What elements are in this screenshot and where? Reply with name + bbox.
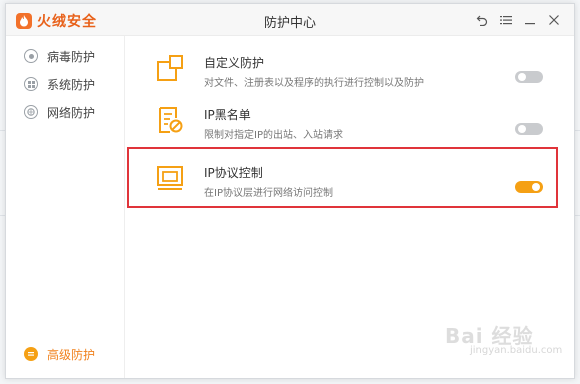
sidebar: 病毒防护 系统防护 网络防护 高级防护 bbox=[6, 36, 125, 378]
advanced-shield-icon bbox=[24, 347, 38, 361]
custom-protection-toggle[interactable] bbox=[515, 71, 543, 83]
sidebar-item-network[interactable]: 网络防护 bbox=[24, 102, 95, 122]
watermark-url: jingyan.baidu.com bbox=[470, 345, 563, 356]
sidebar-item-label: 系统防护 bbox=[47, 77, 96, 92]
highlight-box bbox=[127, 147, 558, 208]
sidebar-item-advanced[interactable]: 高级防护 bbox=[24, 344, 95, 364]
virus-shield-icon bbox=[24, 49, 38, 63]
close-icon[interactable] bbox=[542, 10, 566, 30]
custom-protection-icon bbox=[156, 54, 184, 82]
sidebar-item-virus[interactable]: 病毒防护 bbox=[24, 46, 95, 66]
list-item-custom-protection: 自定义防护 对文件、注册表以及程序的执行进行控制以及防护 bbox=[125, 48, 574, 108]
system-grid-icon bbox=[24, 77, 38, 91]
ip-blacklist-toggle[interactable] bbox=[515, 123, 543, 135]
minimize-icon[interactable] bbox=[518, 10, 542, 30]
sidebar-item-system[interactable]: 系统防护 bbox=[24, 74, 95, 94]
sidebar-item-label: 高级防护 bbox=[47, 347, 96, 362]
network-globe-icon bbox=[24, 105, 38, 119]
row-description: 对文件、注册表以及程序的执行进行控制以及防护 bbox=[204, 78, 424, 89]
titlebar: 火绒安全 防护中心 bbox=[6, 4, 574, 36]
row-description: 限制对指定IP的出站、入站请求 bbox=[204, 130, 343, 141]
sidebar-item-label: 病毒防护 bbox=[47, 49, 96, 64]
back-icon[interactable] bbox=[470, 10, 494, 30]
sidebar-item-label: 网络防护 bbox=[47, 105, 96, 120]
row-title: 自定义防护 bbox=[204, 56, 265, 70]
row-title: IP黑名单 bbox=[204, 108, 251, 122]
menu-icon[interactable] bbox=[494, 10, 518, 30]
ip-blacklist-icon bbox=[156, 106, 184, 134]
